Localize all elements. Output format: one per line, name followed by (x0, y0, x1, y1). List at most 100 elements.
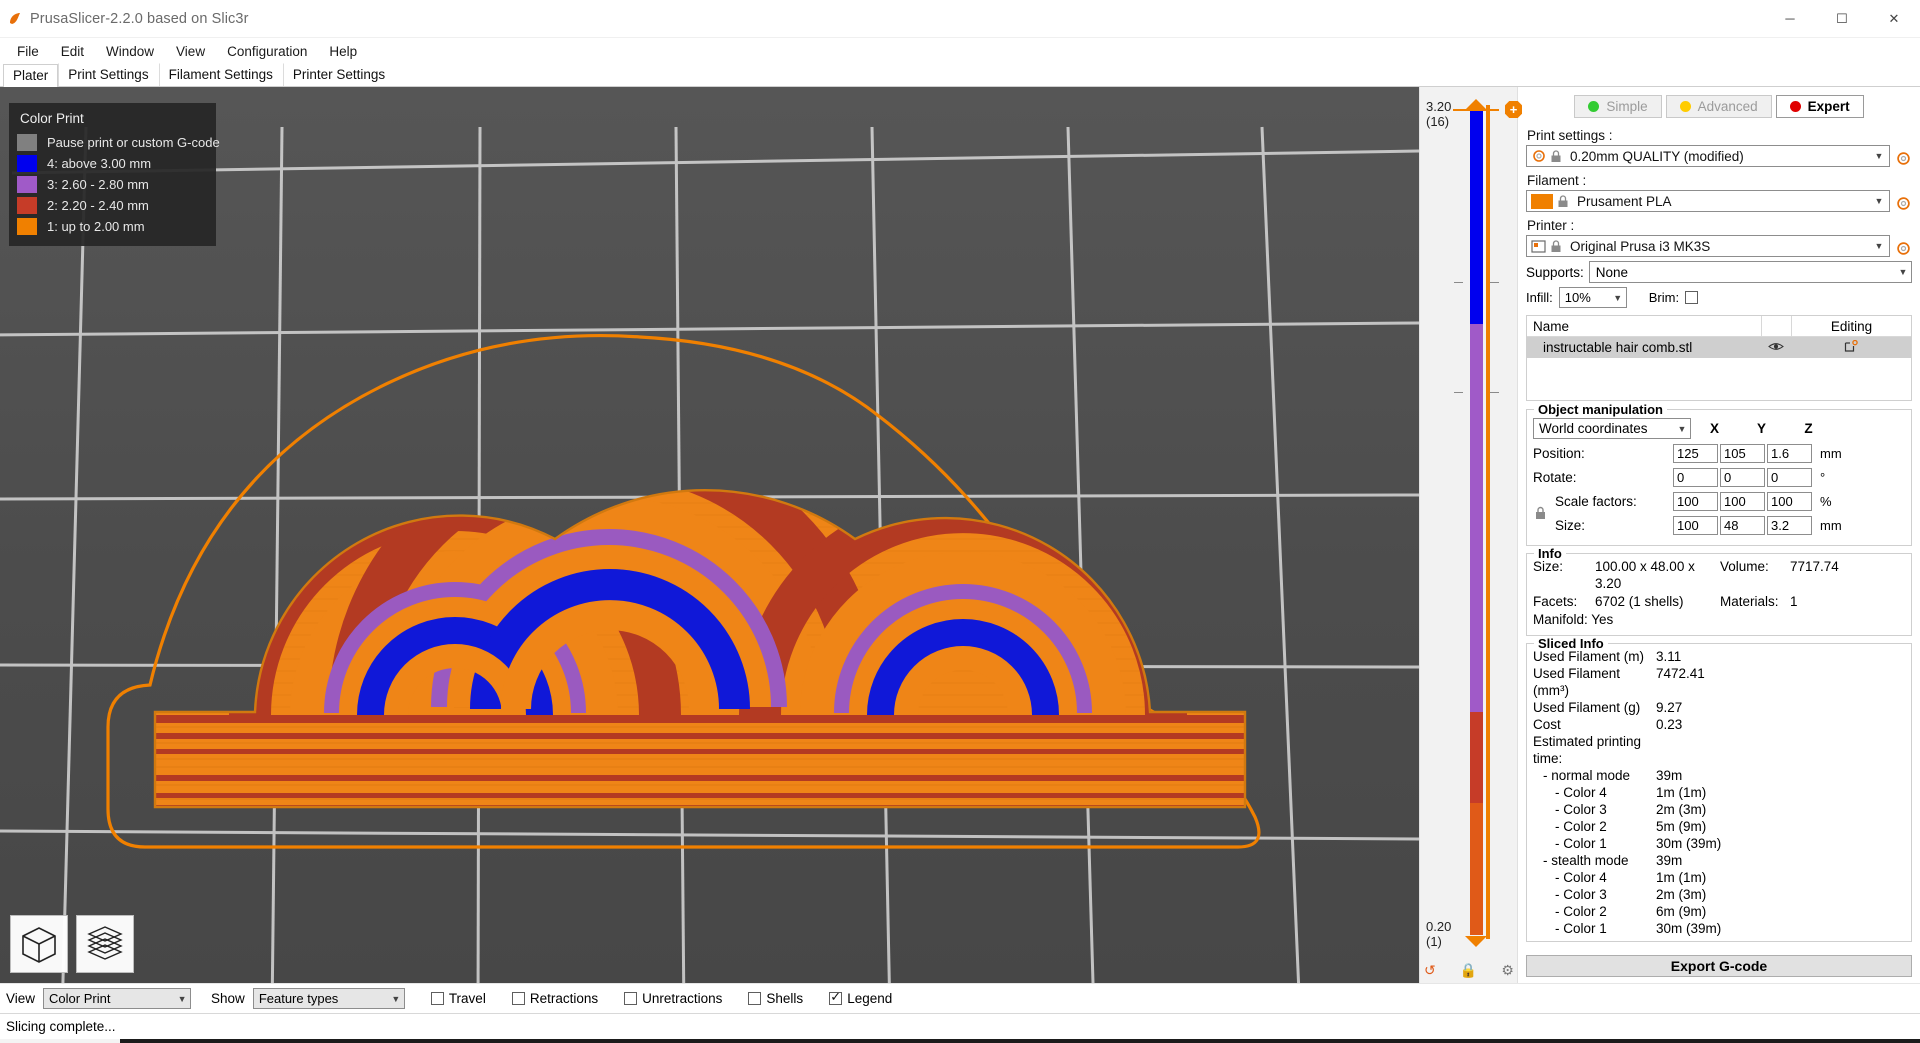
travel-checkbox[interactable] (430, 992, 444, 1005)
printer-gear-icon[interactable] (1894, 239, 1912, 257)
list-item: - Color 4 1m (1m) (1533, 784, 1905, 801)
menu-file[interactable]: File (6, 41, 50, 62)
size-z-input[interactable]: 3.2 (1767, 516, 1812, 536)
table-row[interactable]: instructable hair comb.stl (1527, 337, 1911, 358)
slider-track[interactable] (1470, 109, 1483, 935)
object-list[interactable]: Name Editing instructable hair comb.stl (1526, 315, 1912, 402)
column-name: Name (1533, 318, 1570, 334)
sliced-value: 3.11 (1656, 649, 1682, 665)
menu-view[interactable]: View (165, 41, 216, 62)
list-item: - Color 2 5m (9m) (1533, 818, 1905, 835)
rotate-z-input[interactable]: 0 (1767, 468, 1812, 488)
menu-help[interactable]: Help (318, 41, 368, 62)
size-y-input[interactable]: 48 (1720, 516, 1765, 536)
revert-icon[interactable]: ↺ (1424, 962, 1436, 979)
minimize-button[interactable]: ─ (1764, 0, 1816, 38)
tab-filament-settings[interactable]: Filament Settings (158, 63, 283, 86)
position-z-input[interactable]: 1.6 (1767, 444, 1812, 464)
filament-gear-icon[interactable] (1894, 194, 1912, 212)
slider-upper-handle[interactable] (1465, 99, 1487, 110)
edit-icon[interactable] (1791, 339, 1911, 356)
gear-icon[interactable]: ⚙ (1501, 962, 1514, 979)
progress-bar (0, 1039, 1920, 1043)
chevron-down-icon[interactable]: ▼ (1871, 196, 1887, 206)
supports-value: None (1595, 264, 1629, 280)
filament-combo[interactable]: Prusament PLA ▼ (1526, 190, 1890, 212)
mode-simple-button[interactable]: Simple (1574, 95, 1662, 118)
lock-icon[interactable]: 🔒 (1460, 962, 1477, 979)
info-materials-value: 1 (1790, 594, 1798, 610)
chevron-down-icon[interactable]: ▼ (1610, 293, 1626, 303)
unretractions-checkbox[interactable] (624, 992, 638, 1005)
rotate-y-input[interactable]: 0 (1720, 468, 1765, 488)
print-settings-combo[interactable]: 0.20mm QUALITY (modified) ▼ (1526, 145, 1890, 167)
chevron-down-icon[interactable]: ▼ (1674, 424, 1690, 434)
shells-checkbox-row[interactable]: Shells (748, 991, 803, 1006)
menu-edit[interactable]: Edit (50, 41, 95, 62)
infill-value: 10% (1564, 290, 1591, 305)
show-combo[interactable]: Feature types ▼ (252, 988, 405, 1009)
list-item: - Color 3 2m (3m) (1533, 801, 1905, 818)
rotate-unit: ° (1820, 470, 1826, 486)
tab-print-settings[interactable]: Print Settings (58, 63, 158, 86)
sliced-key: - Color 2 (1555, 819, 1607, 835)
legend-checkbox-row[interactable]: Legend (829, 989, 892, 1006)
cube-view-icon[interactable] (10, 915, 68, 973)
position-x-input[interactable]: 125 (1673, 444, 1718, 464)
legend-title: Color Print (20, 111, 84, 126)
menu-window[interactable]: Window (95, 41, 165, 62)
chevron-down-icon[interactable]: ▼ (1871, 151, 1887, 161)
list-item: - Color 3 2m (3m) (1533, 886, 1905, 903)
legend-swatch (17, 134, 37, 151)
slider-tick (1454, 282, 1499, 283)
shells-checkbox[interactable] (748, 992, 762, 1005)
supports-combo[interactable]: None ▼ (1588, 261, 1912, 283)
export-gcode-button[interactable]: Export G-code (1526, 955, 1912, 977)
coord-system-row: World coordinates ▼ X Y Z (1533, 418, 1905, 440)
travel-checkbox-row[interactable]: Travel (430, 991, 486, 1006)
slider-second-track[interactable] (1486, 105, 1490, 939)
eye-icon[interactable] (1761, 340, 1791, 355)
uniform-scale-lock-icon[interactable] (1534, 506, 1547, 523)
infill-combo[interactable]: 10% ▼ (1558, 287, 1627, 308)
mode-advanced-button[interactable]: Advanced (1665, 95, 1772, 118)
sliced-value (1656, 733, 1905, 767)
3d-viewport[interactable]: Color Print Pause print or custom G-code… (0, 87, 1419, 983)
unretractions-label: Unretractions (642, 991, 723, 1006)
legend-checkbox[interactable] (829, 989, 843, 1005)
brim-checkbox[interactable] (1685, 291, 1699, 304)
size-label: Size: (1555, 518, 1586, 534)
chevron-down-icon[interactable]: ▼ (174, 994, 190, 1004)
scale-unit: % (1820, 494, 1832, 510)
info-manifold-label: Manifold: Yes (1533, 612, 1614, 628)
add-color-change-icon[interactable]: + (1505, 101, 1522, 118)
mode-expert-button[interactable]: Expert (1775, 95, 1864, 118)
scale-z-input[interactable]: 100 (1767, 492, 1812, 512)
tab-plater[interactable]: Plater (3, 64, 59, 87)
layer-slider[interactable]: 3.20 (16) + 0.20 (1) ↺ 🔒 ⚙ (1419, 87, 1522, 983)
maximize-button[interactable]: ☐ (1816, 0, 1868, 38)
retractions-checkbox-row[interactable]: Retractions (511, 991, 598, 1006)
layers-view-icon[interactable] (76, 915, 134, 973)
axis-header-y: Y (1756, 421, 1766, 437)
retractions-checkbox[interactable] (511, 992, 525, 1005)
unretractions-checkbox-row[interactable]: Unretractions (624, 991, 722, 1006)
object-name: instructable hair comb.stl (1543, 340, 1693, 355)
printer-combo[interactable]: Original Prusa i3 MK3S ▼ (1526, 235, 1890, 257)
scale-y-input[interactable]: 100 (1720, 492, 1765, 512)
rotate-x-input[interactable]: 0 (1673, 468, 1718, 488)
size-x-input[interactable]: 100 (1673, 516, 1718, 536)
coordinate-system-combo[interactable]: World coordinates ▼ (1533, 418, 1691, 440)
progress-remainder (120, 1039, 1920, 1043)
tab-printer-settings[interactable]: Printer Settings (282, 63, 395, 86)
print-settings-gear-icon[interactable] (1894, 149, 1912, 167)
chevron-down-icon[interactable]: ▼ (1895, 267, 1911, 277)
chevron-down-icon[interactable]: ▼ (388, 994, 404, 1004)
menu-configuration[interactable]: Configuration (216, 41, 318, 62)
view-combo[interactable]: Color Print ▼ (43, 988, 192, 1009)
close-button[interactable]: ✕ (1868, 0, 1920, 38)
chevron-down-icon[interactable]: ▼ (1871, 241, 1887, 251)
position-y-input[interactable]: 105 (1720, 444, 1765, 464)
slider-lower-handle[interactable] (1465, 936, 1487, 947)
scale-x-input[interactable]: 100 (1673, 492, 1718, 512)
